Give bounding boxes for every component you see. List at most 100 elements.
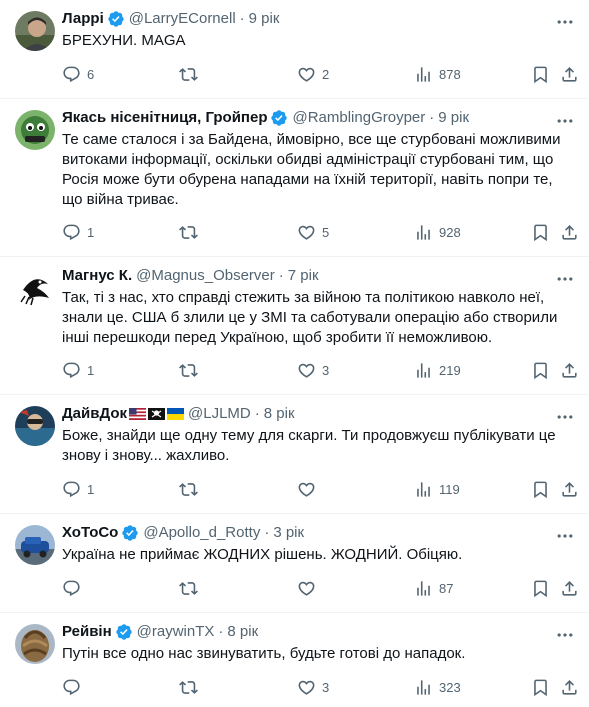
separator-dot: ·	[278, 267, 284, 284]
separator-dot: ·	[239, 10, 245, 27]
bookmark-button[interactable]	[531, 480, 550, 499]
tweet-header: Ларрі @LarryECornell · 9 рік	[62, 9, 575, 29]
share-button[interactable]	[560, 678, 579, 697]
timestamp[interactable]: 8 рік	[227, 622, 258, 642]
user-handle[interactable]: @Apollo_d_Rotty	[143, 523, 260, 543]
tweet[interactable]: ДайвДок @LJLMD · 8 рік Боже, знайди ще о…	[0, 395, 589, 514]
bookmark-button[interactable]	[531, 678, 550, 697]
views-button[interactable]: 119	[414, 480, 460, 499]
share-icon	[560, 223, 579, 242]
retweet-button[interactable]	[179, 579, 204, 598]
share-button[interactable]	[560, 65, 579, 84]
heart-icon	[297, 223, 316, 242]
heart-icon	[297, 65, 316, 84]
reply-button[interactable]	[62, 579, 87, 598]
share-button[interactable]	[560, 361, 579, 380]
like-count: 3	[322, 679, 330, 695]
retweet-button[interactable]	[179, 65, 204, 84]
verified-badge-icon	[270, 109, 288, 127]
avatar[interactable]	[15, 268, 55, 308]
user-handle[interactable]: @raywinTX	[137, 622, 215, 642]
separator-dot: ·	[264, 524, 270, 541]
timestamp[interactable]: 3 рік	[273, 523, 304, 543]
user-handle[interactable]: @RamblingGroyper	[292, 108, 425, 128]
timestamp[interactable]: 7 рік	[288, 266, 319, 286]
more-options-icon[interactable]	[555, 111, 575, 131]
bookmark-button[interactable]	[531, 65, 550, 84]
tweet[interactable]: Магнус К. @Magnus_Observer · 7 рік Так, …	[0, 257, 589, 395]
like-button[interactable]	[297, 480, 322, 499]
views-button[interactable]: 219	[414, 361, 461, 380]
retweet-button[interactable]	[179, 678, 204, 697]
like-button[interactable]: 2	[297, 65, 329, 84]
views-button[interactable]: 87	[414, 579, 453, 598]
verified-badge-icon	[107, 10, 125, 28]
more-options-icon[interactable]	[555, 407, 575, 427]
retweet-icon	[179, 223, 198, 242]
timestamp[interactable]: 8 рік	[264, 404, 295, 424]
view-count: 928	[439, 224, 461, 240]
ukraine-flag-icon	[167, 408, 185, 420]
bookmark-button[interactable]	[531, 223, 550, 242]
bookmark-button[interactable]	[531, 361, 550, 380]
separator-dot: ·	[254, 405, 260, 422]
timestamp[interactable]: 9 рік	[438, 108, 469, 128]
tweet[interactable]: Рейвін @raywinTX · 8 рік Путін все одно …	[0, 613, 589, 707]
avatar[interactable]	[15, 624, 55, 664]
share-button[interactable]	[560, 579, 579, 598]
user-handle[interactable]: @LJLMD	[188, 404, 251, 424]
tweet-header: Якась нісенітниця, Гройпер @RamblingGroy…	[62, 108, 575, 128]
retweet-button[interactable]	[179, 223, 204, 242]
reply-button[interactable]: 1	[62, 361, 94, 380]
more-options-icon[interactable]	[555, 12, 575, 32]
avatar[interactable]	[15, 11, 55, 51]
view-count: 878	[439, 66, 461, 82]
retweet-button[interactable]	[179, 361, 204, 380]
views-button[interactable]: 878	[414, 65, 461, 84]
tweet[interactable]: Якась нісенітниця, Гройпер @RamblingGroy…	[0, 99, 589, 257]
like-button[interactable]	[297, 579, 322, 598]
display-name[interactable]: ДайвДок	[62, 404, 127, 424]
retweet-icon	[179, 65, 198, 84]
verified-badge-icon	[121, 524, 139, 542]
timestamp[interactable]: 9 рік	[249, 9, 280, 29]
bookmark-button[interactable]	[531, 579, 550, 598]
separator-dot: ·	[218, 623, 224, 640]
like-button[interactable]: 3	[297, 678, 329, 697]
user-handle[interactable]: @Magnus_Observer	[136, 266, 275, 286]
avatar[interactable]	[15, 406, 55, 446]
view-count: 119	[439, 481, 460, 497]
retweet-icon	[179, 579, 198, 598]
display-name[interactable]: Ларрі	[62, 9, 104, 29]
tweet[interactable]: Ларрі @LarryECornell · 9 рік БРЕХУНИ. MA…	[0, 0, 589, 99]
more-options-icon[interactable]	[555, 269, 575, 289]
like-button[interactable]: 3	[297, 361, 329, 380]
more-options-icon[interactable]	[555, 526, 575, 546]
bookmark-icon	[531, 223, 550, 242]
share-icon	[560, 678, 579, 697]
verified-badge-icon	[115, 623, 133, 641]
tweet-text: Україна не приймає ЖОДНИХ рішень. ЖОДНИЙ…	[62, 546, 463, 563]
like-button[interactable]: 5	[297, 223, 329, 242]
share-button[interactable]	[560, 223, 579, 242]
share-button[interactable]	[560, 480, 579, 499]
display-name[interactable]: ХоТоСо	[62, 523, 118, 543]
reply-button[interactable]: 6	[62, 65, 94, 84]
user-handle[interactable]: @LarryECornell	[129, 9, 236, 29]
views-button[interactable]: 928	[414, 223, 461, 242]
tweet[interactable]: ХоТоСо @Apollo_d_Rotty · 3 рік Україна н…	[0, 514, 589, 613]
share-icon	[560, 480, 579, 499]
retweet-icon	[179, 678, 198, 697]
reply-icon	[62, 480, 81, 499]
retweet-button[interactable]	[179, 480, 204, 499]
reply-button[interactable]: 1	[62, 223, 94, 242]
views-button[interactable]: 323	[414, 678, 461, 697]
display-name[interactable]: Рейвін	[62, 622, 112, 642]
display-name[interactable]: Магнус К.	[62, 266, 132, 286]
reply-button[interactable]: 1	[62, 480, 94, 499]
more-options-icon[interactable]	[555, 625, 575, 645]
reply-button[interactable]	[62, 678, 87, 697]
display-name[interactable]: Якась нісенітниця, Гройпер	[62, 108, 267, 128]
avatar[interactable]	[15, 110, 55, 150]
avatar[interactable]	[15, 525, 55, 565]
